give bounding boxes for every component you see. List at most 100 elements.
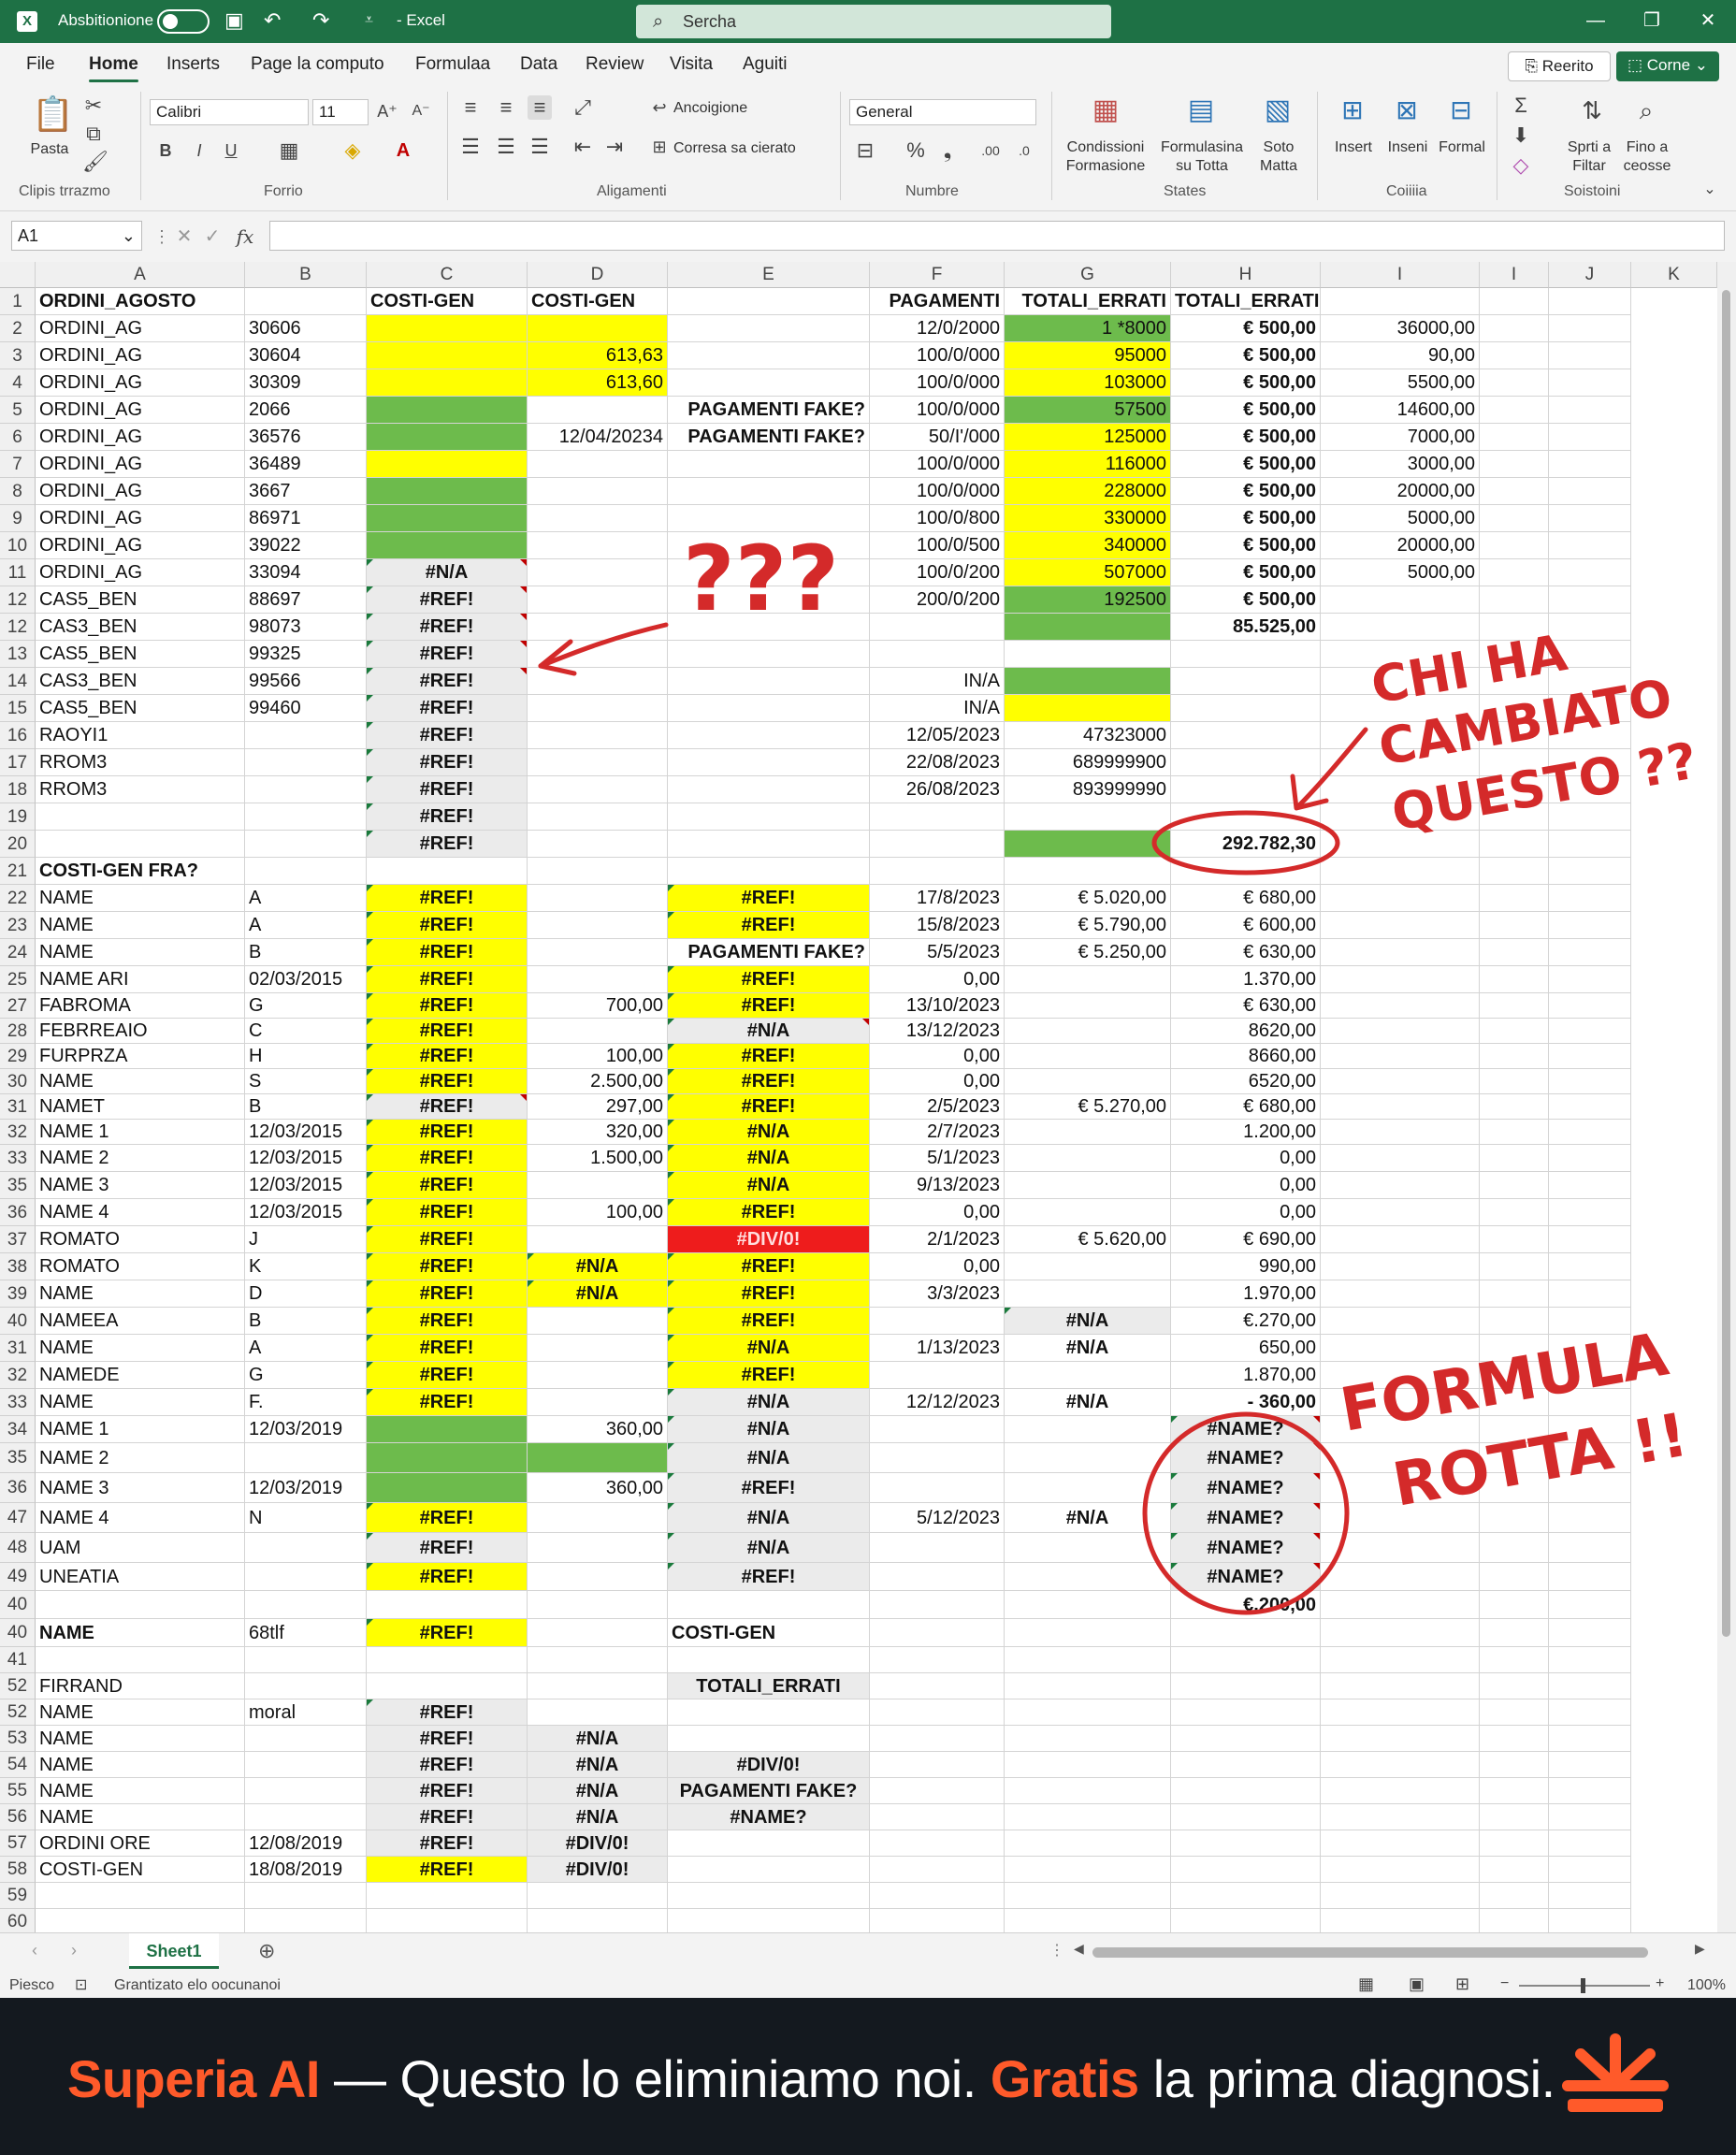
- row-header[interactable]: 7: [0, 451, 36, 478]
- grid-cell[interactable]: [1549, 966, 1631, 993]
- grid-cell[interactable]: [1005, 1591, 1171, 1619]
- grid-cell[interactable]: #REF!: [367, 1619, 528, 1647]
- grid-cell[interactable]: [1005, 1443, 1171, 1473]
- grid-cell[interactable]: ORDINI_AG: [36, 532, 245, 559]
- grid-cell[interactable]: [668, 803, 870, 831]
- page-layout-icon[interactable]: ▣: [1409, 1974, 1425, 1994]
- grid-cell[interactable]: [668, 641, 870, 668]
- column-header[interactable]: I: [1321, 262, 1480, 288]
- grid-cell[interactable]: [367, 451, 528, 478]
- grid-cell[interactable]: [1005, 668, 1171, 695]
- grid-cell[interactable]: [1005, 993, 1171, 1019]
- grid-cell[interactable]: [528, 858, 668, 885]
- column-header[interactable]: E: [668, 262, 870, 288]
- grid-cell[interactable]: ORDINI_AG: [36, 505, 245, 532]
- grid-cell[interactable]: #REF!: [668, 1473, 870, 1503]
- column-header[interactable]: I: [1480, 262, 1549, 288]
- grid-cell[interactable]: [1549, 695, 1631, 722]
- zoom-slider-thumb[interactable]: [1581, 1978, 1585, 1993]
- grid-cell[interactable]: 15/8/2023: [870, 912, 1005, 939]
- grid-cell[interactable]: #REF!: [367, 1094, 528, 1120]
- zoom-level[interactable]: 100%: [1687, 1977, 1726, 1994]
- grid-cell[interactable]: 13/10/2023: [870, 993, 1005, 1019]
- grid-cell[interactable]: [1480, 1619, 1549, 1647]
- grid-cell[interactable]: [245, 1909, 367, 1932]
- grid-cell[interactable]: [870, 803, 1005, 831]
- grid-cell[interactable]: NAMEEA: [36, 1308, 245, 1335]
- grid-cell[interactable]: #REF!: [367, 668, 528, 695]
- grid-cell[interactable]: 360,00: [528, 1473, 668, 1503]
- grid-cell[interactable]: [1321, 1019, 1480, 1044]
- decrease-font-icon[interactable]: A⁻: [410, 99, 432, 123]
- grid-cell[interactable]: [367, 1591, 528, 1619]
- cancel-entry-icon[interactable]: ✕: [174, 224, 195, 249]
- grid-cell[interactable]: [1321, 1503, 1480, 1533]
- grid-cell[interactable]: 100,00: [528, 1199, 668, 1226]
- grid-cell[interactable]: 0,00: [1171, 1172, 1321, 1199]
- grid-cell[interactable]: 100,00: [528, 1044, 668, 1069]
- grid-cell[interactable]: [528, 1699, 668, 1726]
- number-format-dropdown[interactable]: General: [849, 99, 1036, 125]
- grid-cell[interactable]: [870, 1804, 1005, 1830]
- grid-cell[interactable]: A: [245, 885, 367, 912]
- grid-cell[interactable]: #REF!: [367, 1145, 528, 1172]
- grid-cell[interactable]: [245, 1647, 367, 1673]
- grid-cell[interactable]: 36576: [245, 424, 367, 451]
- grid-cell[interactable]: [1321, 1335, 1480, 1362]
- row-header[interactable]: 60: [0, 1909, 36, 1932]
- grid-cell[interactable]: € 500,00: [1171, 424, 1321, 451]
- grid-cell[interactable]: 57500: [1005, 397, 1171, 424]
- grid-cell[interactable]: [367, 1416, 528, 1443]
- scroll-left-icon[interactable]: ◀: [1074, 1941, 1084, 1957]
- grid-cell[interactable]: [36, 831, 245, 858]
- grid-cell[interactable]: € 690,00: [1171, 1226, 1321, 1253]
- grid-cell[interactable]: #REF!: [367, 1533, 528, 1563]
- grid-cell[interactable]: € 500,00: [1171, 505, 1321, 532]
- grid-cell[interactable]: #REF!: [668, 1094, 870, 1120]
- sort-filter-button[interactable]: Sprti a Filtar: [1556, 138, 1622, 176]
- grid-cell[interactable]: [245, 1883, 367, 1909]
- grid-cell[interactable]: [1005, 1145, 1171, 1172]
- grid-cell[interactable]: moral: [245, 1699, 367, 1726]
- grid-cell[interactable]: 47323000: [1005, 722, 1171, 749]
- column-header[interactable]: A: [36, 262, 245, 288]
- accessibility-status[interactable]: Grantizato elo oocunanoi: [114, 1977, 281, 1994]
- grid-cell[interactable]: [1549, 424, 1631, 451]
- grid-cell[interactable]: 98073: [245, 614, 367, 641]
- grid-cell[interactable]: [1321, 695, 1480, 722]
- grid-cell[interactable]: #REF!: [367, 1199, 528, 1226]
- page-break-icon[interactable]: ⊞: [1455, 1974, 1469, 1994]
- zoom-in-icon[interactable]: +: [1656, 1975, 1664, 1992]
- grid-cell[interactable]: [1171, 1830, 1321, 1857]
- grid-cell[interactable]: 650,00: [1171, 1335, 1321, 1362]
- grid-cell[interactable]: TOTALI_ERRATI: [1005, 288, 1171, 315]
- grid-cell[interactable]: [528, 831, 668, 858]
- row-header[interactable]: 59: [0, 1883, 36, 1909]
- next-sheet-icon[interactable]: ›: [71, 1941, 77, 1960]
- tab-file[interactable]: File: [26, 54, 55, 75]
- row-header[interactable]: 15: [0, 695, 36, 722]
- grid-cell[interactable]: 1/13/2023: [870, 1335, 1005, 1362]
- grid-cell[interactable]: [1321, 939, 1480, 966]
- grid-cell[interactable]: [1549, 1673, 1631, 1699]
- grid-cell[interactable]: [1549, 559, 1631, 586]
- grid-cell[interactable]: 3/3/2023: [870, 1280, 1005, 1308]
- confirm-entry-icon[interactable]: ✓: [202, 224, 223, 249]
- comments-button[interactable]: ⬚ Corne ⌄: [1616, 51, 1719, 81]
- grid-cell[interactable]: 5000,00: [1321, 505, 1480, 532]
- grid-cell[interactable]: [528, 1308, 668, 1335]
- italic-icon[interactable]: I: [189, 138, 210, 163]
- grid-cell[interactable]: COSTI-GEN: [367, 288, 528, 315]
- grid-cell[interactable]: [1549, 1503, 1631, 1533]
- align-right-icon[interactable]: ☰: [528, 135, 552, 159]
- row-header[interactable]: 37: [0, 1226, 36, 1253]
- grid-cell[interactable]: [1549, 831, 1631, 858]
- grid-cell[interactable]: #REF!: [367, 1857, 528, 1883]
- share-button[interactable]: ⎘ Reerito: [1508, 51, 1611, 81]
- grid-cell[interactable]: €.270,00: [1171, 1308, 1321, 1335]
- row-header[interactable]: 58: [0, 1857, 36, 1883]
- grid-cell[interactable]: [668, 1909, 870, 1932]
- grid-cell[interactable]: #REF!: [367, 1362, 528, 1389]
- grid-cell[interactable]: #N/A: [668, 1389, 870, 1416]
- clear-icon[interactable]: ◇: [1510, 153, 1532, 178]
